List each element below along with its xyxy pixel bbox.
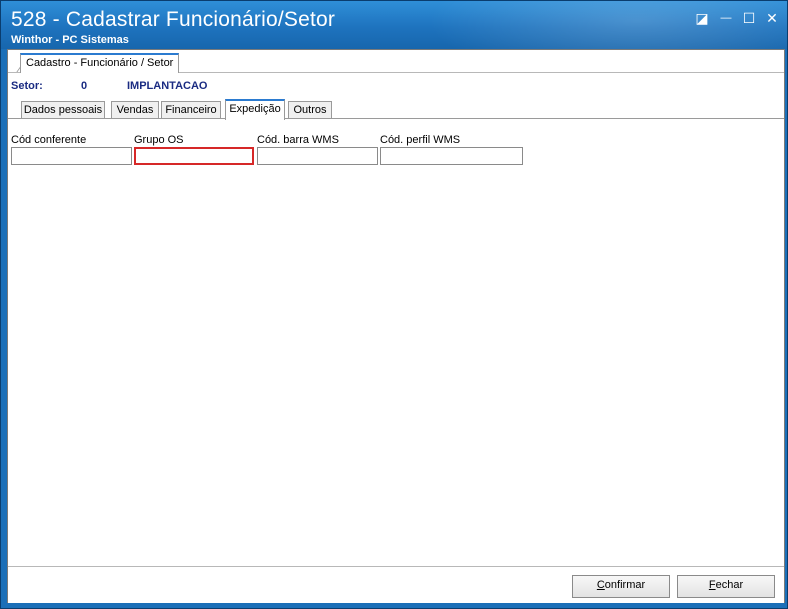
maximize-icon[interactable]: ☐ — [740, 10, 758, 26]
tab-strip: Dados pessoais Vendas Financeiro Expediç… — [8, 98, 784, 120]
client-area: Cadastro - Funcionário / Setor Setor: 0 … — [4, 49, 785, 603]
button-bar: Confirmar Fechar — [8, 566, 784, 603]
window-subtitle: Winthor - PC Sistemas — [11, 34, 129, 46]
app-window: 528 - Cadastrar Funcionário/Setor Wintho… — [0, 0, 788, 609]
confirmar-button[interactable]: Confirmar — [572, 575, 670, 598]
tab-outros[interactable]: Outros — [288, 101, 332, 118]
cod-perfil-wms-label: Cód. perfil WMS — [380, 134, 461, 146]
window-title: 528 - Cadastrar Funcionário/Setor — [11, 8, 336, 31]
close-icon[interactable]: ✕ — [763, 10, 781, 26]
tab-financeiro[interactable]: Financeiro — [161, 101, 221, 118]
tab-expedicao[interactable]: Expedição — [225, 99, 285, 120]
cod-barra-wms-label: Cód. barra WMS — [257, 134, 339, 146]
grupo-os-input[interactable] — [134, 147, 254, 165]
setor-label: Setor: — [11, 80, 43, 92]
minimize-icon[interactable]: — — [717, 10, 735, 26]
frame-tab-bar: Cadastro - Funcionário / Setor — [4, 50, 784, 73]
setor-code: 0 — [81, 80, 88, 92]
cod-barra-wms-input[interactable] — [257, 147, 378, 165]
restore-icon[interactable]: ◪ — [693, 10, 711, 26]
title-bar: 528 - Cadastrar Funcionário/Setor Wintho… — [1, 1, 787, 49]
cod-perfil-wms-input[interactable] — [380, 147, 523, 165]
confirmar-label: onfirmar — [604, 579, 646, 591]
frame-tab-cadastro[interactable]: Cadastro - Funcionário / Setor — [20, 53, 180, 73]
fechar-accel: F — [708, 579, 716, 591]
grupo-os-label: Grupo OS — [134, 134, 184, 146]
setor-name: IMPLANTACAO — [127, 80, 208, 92]
cod-conferente-label: Cód conferente — [11, 134, 87, 146]
tab-vendas[interactable]: Vendas — [111, 101, 159, 118]
cod-conferente-input[interactable] — [11, 147, 132, 165]
fechar-label: echar — [715, 579, 744, 591]
tab-dados-pessoais[interactable]: Dados pessoais — [21, 101, 105, 118]
confirmar-accel: C — [596, 579, 605, 591]
fechar-button[interactable]: Fechar — [677, 575, 775, 598]
